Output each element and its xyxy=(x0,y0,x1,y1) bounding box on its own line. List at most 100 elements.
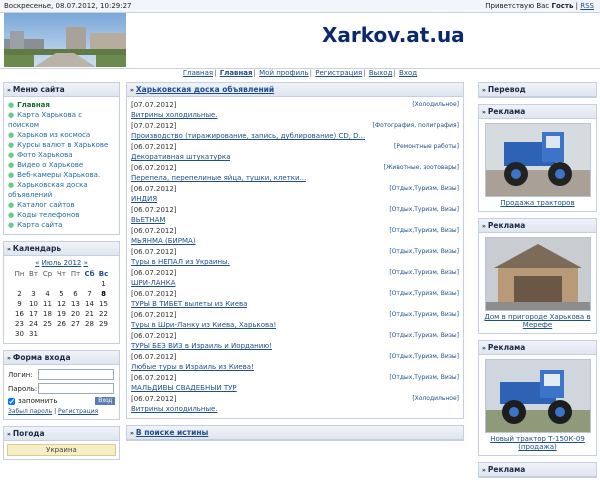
menu-item[interactable]: ● Каталог сайтов xyxy=(8,200,115,210)
classified-category-link[interactable]: [Холодильное] xyxy=(412,101,459,108)
calendar-day[interactable]: 20 xyxy=(69,309,83,319)
classified-title-link[interactable]: Витрины холодильные. xyxy=(131,111,218,119)
menu-item-link[interactable]: Курсы валют в Харькове xyxy=(17,141,108,149)
menu-item-link[interactable]: Коды телефонов xyxy=(17,211,79,219)
ad-caption-link[interactable]: Дом в пригороде Харькова в Мерефе xyxy=(482,313,593,329)
password-input[interactable] xyxy=(38,383,114,394)
calendar-day[interactable]: 26 xyxy=(55,319,69,329)
calendar-day[interactable]: 4 xyxy=(41,289,55,299)
menu-item-link[interactable]: Карта Харькова с поиском xyxy=(8,111,82,129)
classified-title-link[interactable]: ШРИ-ЛАНКА xyxy=(131,279,176,287)
classified-category-link[interactable]: [Отдых,Туризм, Визы] xyxy=(389,227,459,234)
nav-home[interactable]: Главная xyxy=(183,69,213,77)
menu-item-link[interactable]: Главная xyxy=(17,101,50,109)
calendar-day[interactable]: 3 xyxy=(27,289,41,299)
classified-title-link[interactable]: МЬЯНМА (БИРМА) xyxy=(131,237,196,245)
calendar-day[interactable]: 10 xyxy=(27,299,41,309)
calendar-day[interactable]: 18 xyxy=(41,309,55,319)
classified-category-link[interactable]: [Отдых,Туризм, Визы] xyxy=(389,185,459,192)
classified-category-link[interactable]: [Отдых,Туризм, Визы] xyxy=(389,311,459,318)
menu-item-link[interactable]: Харьков из космоса xyxy=(17,131,90,139)
menu-item[interactable]: ● Карта Харькова с поиском xyxy=(8,110,115,130)
menu-item[interactable]: ● Карта сайта xyxy=(8,220,115,230)
menu-item-link[interactable]: Харьковская доска объявлений xyxy=(8,181,88,199)
menu-item-link[interactable]: Каталог сайтов xyxy=(17,201,74,209)
calendar-day[interactable]: 12 xyxy=(55,299,69,309)
classified-category-link[interactable]: [Животные, зоотовары] xyxy=(384,164,459,171)
classified-category-link[interactable]: [Отдых,Туризм, Визы] xyxy=(389,248,459,255)
calendar-day[interactable]: 31 xyxy=(27,329,41,339)
calendar-day[interactable]: 19 xyxy=(55,309,69,319)
ad-caption-link[interactable]: Новый трактор Т-150К-09 (продажа) xyxy=(482,435,593,451)
ad-caption-link[interactable]: Продажа тракторов xyxy=(482,199,593,207)
classified-title-link[interactable]: ИНДИЯ xyxy=(131,195,157,203)
menu-item-link[interactable]: Видео о Харькове xyxy=(17,161,83,169)
house-image[interactable] xyxy=(484,237,591,311)
nav-registration[interactable]: Регистрация xyxy=(315,69,362,77)
classified-category-link[interactable]: [Холодильное] xyxy=(412,395,459,402)
board-title-link[interactable]: Харьковская доска объявлений xyxy=(136,85,274,94)
classified-title-link[interactable]: ВЬЕТНАМ xyxy=(131,216,165,224)
menu-item-link[interactable]: Веб-камеры Харькова. xyxy=(17,171,100,179)
menu-item[interactable]: ● Курсы валют в Харькове xyxy=(8,140,115,150)
tractor-image[interactable] xyxy=(484,359,591,433)
menu-item[interactable]: ● Харьков из космоса xyxy=(8,130,115,140)
classified-category-link[interactable]: [Отдых,Туризм, Визы] xyxy=(389,374,459,381)
menu-item-link[interactable]: Фото Харькова xyxy=(17,151,72,159)
classified-category-link[interactable]: [Фотография, полиграфия] xyxy=(373,122,459,129)
classified-title-link[interactable]: ТУРЫ БЕЗ ВИЗ в Израиль и Иорданию! xyxy=(131,342,272,350)
calendar-day[interactable]: 25 xyxy=(41,319,55,329)
current-month-link[interactable]: Июль 2012 xyxy=(42,259,82,267)
site-logo[interactable]: Xarkov.at.ua xyxy=(322,23,465,47)
classified-category-link[interactable]: [Отдых,Туризм, Визы] xyxy=(389,269,459,276)
tractor-image[interactable] xyxy=(484,123,591,197)
truth-title-link[interactable]: В поиске истины xyxy=(136,428,208,437)
nav-my-profile[interactable]: Мой профиль xyxy=(259,69,309,77)
classified-category-link[interactable]: [Отдых,Туризм, Визы] xyxy=(389,290,459,297)
calendar-day[interactable]: 1 xyxy=(97,279,111,289)
calendar-day[interactable]: 24 xyxy=(27,319,41,329)
menu-item[interactable]: ● Главная xyxy=(8,100,115,110)
menu-item[interactable]: ● Харьковская доска объявлений xyxy=(8,180,115,200)
classified-category-link[interactable]: [Отдых,Туризм, Визы] xyxy=(389,353,459,360)
prev-month-link[interactable]: « xyxy=(35,259,39,267)
next-month-link[interactable]: » xyxy=(84,259,88,267)
calendar-day[interactable]: 2 xyxy=(13,289,27,299)
calendar-day[interactable]: 22 xyxy=(97,309,111,319)
classified-category-link[interactable]: [Отдых,Туризм, Визы] xyxy=(389,332,459,339)
calendar-day[interactable]: 23 xyxy=(13,319,27,329)
menu-item[interactable]: ● Коды телефонов xyxy=(8,210,115,220)
menu-item[interactable]: ● Видео о Харькове xyxy=(8,160,115,170)
forgot-password-link[interactable]: Забыл пароль xyxy=(8,408,52,415)
calendar-day[interactable]: 11 xyxy=(41,299,55,309)
nav-logout[interactable]: Выход xyxy=(369,69,393,77)
classified-title-link[interactable]: Витрины холодильные. xyxy=(131,405,218,413)
calendar-day[interactable]: 9 xyxy=(13,299,27,309)
classified-title-link[interactable]: Декоративная штукатурка xyxy=(131,153,230,161)
calendar-day[interactable]: 27 xyxy=(69,319,83,329)
classified-category-link[interactable]: [Отдых,Туризм, Визы] xyxy=(389,206,459,213)
register-link[interactable]: Регистрация xyxy=(58,408,98,415)
menu-item[interactable]: ● Фото Харькова xyxy=(8,150,115,160)
menu-item-link[interactable]: Карта сайта xyxy=(17,221,62,229)
calendar-day[interactable]: 30 xyxy=(13,329,27,339)
calendar-day[interactable]: 8 xyxy=(97,289,111,299)
calendar-day[interactable]: 29 xyxy=(97,319,111,329)
rss-link[interactable]: RSS xyxy=(580,2,594,10)
remember-checkbox[interactable] xyxy=(8,397,15,405)
classified-title-link[interactable]: ТУРЫ В ТИБЕТ вылеты из Киева xyxy=(131,300,247,308)
login-button[interactable]: Вход xyxy=(95,397,115,405)
classified-category-link[interactable]: [Ремонтные работы] xyxy=(394,143,459,150)
classified-title-link[interactable]: Производство (тиражирование, запись, дуб… xyxy=(131,132,365,140)
calendar-day[interactable]: 21 xyxy=(83,309,97,319)
classified-title-link[interactable]: Перепела, перепелиные яйца, тушки, клетк… xyxy=(131,174,306,182)
calendar-day[interactable]: 7 xyxy=(83,289,97,299)
calendar-day[interactable]: 16 xyxy=(13,309,27,319)
calendar-day[interactable]: 14 xyxy=(83,299,97,309)
classified-title-link[interactable]: Туры в Шри-Ланку из Киева, Харькова! xyxy=(131,321,276,329)
calendar-day[interactable]: 6 xyxy=(69,289,83,299)
calendar-day[interactable]: 5 xyxy=(55,289,69,299)
menu-item[interactable]: ● Веб-камеры Харькова. xyxy=(8,170,115,180)
calendar-day[interactable]: 28 xyxy=(83,319,97,329)
calendar-day[interactable]: 15 xyxy=(97,299,111,309)
